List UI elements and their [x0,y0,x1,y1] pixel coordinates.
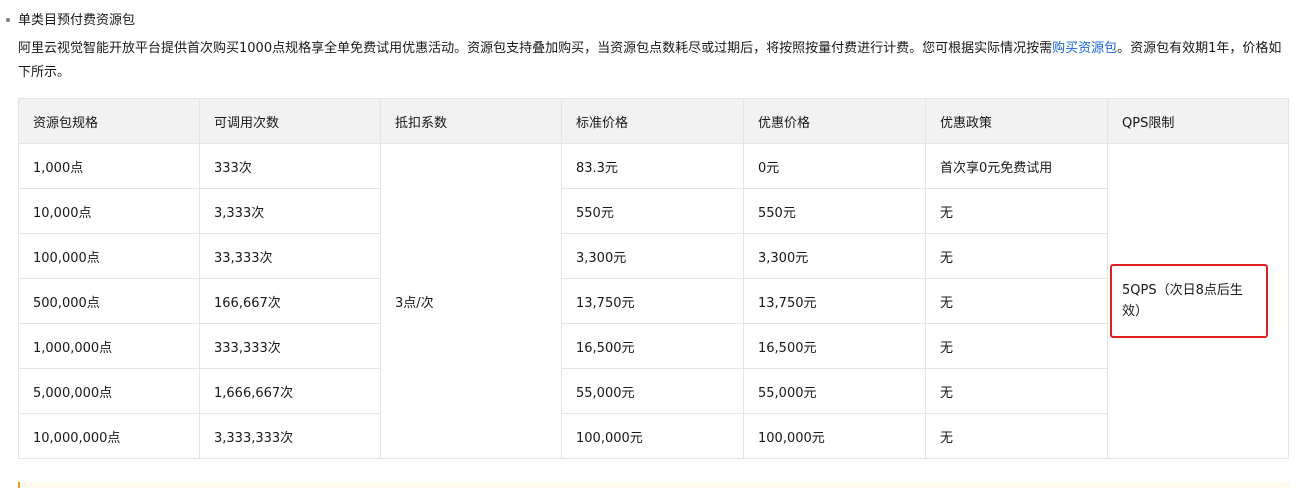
cell-promo-price: 0元 [743,143,926,189]
table-row: 10,000点 3,333次 550元 550元 无 [18,188,1289,234]
description-text-1: 阿里云视觉智能开放平台提供首次购买1000点规格享全单免费试用优惠活动。资源包支… [18,41,1053,56]
cell-spec: 1,000点 [18,143,200,189]
cell-promo-price: 13,750元 [743,278,926,324]
cell-spec: 10,000点 [18,188,200,234]
cell-calls: 333,333次 [199,323,381,369]
cell-standard-price: 16,500元 [561,323,744,369]
header-calls: 可调用次数 [199,98,381,144]
cell-promo-price: 100,000元 [743,413,926,459]
cell-spec: 10,000,000点 [18,413,200,459]
buy-resource-pack-link[interactable]: 购买资源包 [1052,41,1117,56]
cell-promo-price: 3,300元 [743,233,926,279]
header-deduction: 抵扣系数 [380,98,562,144]
table-row: 1,000,000点 333,333次 16,500元 16,500元 无 [18,323,1289,369]
cell-promo-price: 55,000元 [743,368,926,414]
cell-standard-price: 100,000元 [561,413,744,459]
cell-standard-price: 13,750元 [561,278,744,324]
section-heading: 单类目预付费资源包 [6,11,135,31]
description-paragraph: 阿里云视觉智能开放平台提供首次购买1000点规格享全单免费试用优惠活动。资源包支… [18,37,1293,85]
cell-promo-price: 16,500元 [743,323,926,369]
header-promo-price: 优惠价格 [743,98,926,144]
table-header-row: 资源包规格 可调用次数 抵扣系数 标准价格 优惠价格 优惠政策 QPS限制 [18,98,1289,144]
cell-calls: 333次 [199,143,381,189]
cell-calls: 1,666,667次 [199,368,381,414]
section-heading-text: 单类目预付费资源包 [18,13,136,28]
cell-policy: 无 [925,413,1108,459]
cell-spec: 5,000,000点 [18,368,200,414]
qps-highlight-box: 5QPS（次日8点后生效） [1110,264,1268,338]
cell-policy: 无 [925,278,1108,324]
cell-spec: 100,000点 [18,233,200,279]
cell-calls: 33,333次 [199,233,381,279]
header-standard-price: 标准价格 [561,98,744,144]
cell-policy: 无 [925,233,1108,279]
bullet-icon [6,17,10,22]
cell-calls: 3,333次 [199,188,381,234]
header-policy: 优惠政策 [925,98,1108,144]
table-row: 10,000,000点 3,333,333次 100,000元 100,000元… [18,413,1289,459]
header-spec: 资源包规格 [18,98,200,144]
table-row: 500,000点 166,667次 13,750元 13,750元 无 [18,278,1289,324]
cell-standard-price: 83.3元 [561,143,744,189]
cell-deduction: 3点/次 [380,143,562,459]
cell-standard-price: 3,300元 [561,233,744,279]
cell-policy: 无 [925,323,1108,369]
cell-calls: 3,333,333次 [199,413,381,459]
cell-policy: 无 [925,368,1108,414]
note-callout-edge [18,482,1290,488]
cell-policy: 首次享0元免费试用 [925,143,1108,189]
cell-promo-price: 550元 [743,188,926,234]
header-qps: QPS限制 [1107,98,1289,144]
doc-page: 单类目预付费资源包 阿里云视觉智能开放平台提供首次购买1000点规格享全单免费试… [0,0,1301,488]
cell-spec: 500,000点 [18,278,200,324]
table-row: 1,000点 333次 3点/次 83.3元 0元 首次享0元免费试用 5QPS… [18,143,1289,459]
table-row: 100,000点 33,333次 3,300元 3,300元 无 [18,233,1289,279]
cell-calls: 166,667次 [199,278,381,324]
table-row: 5,000,000点 1,666,667次 55,000元 55,000元 无 [18,368,1289,414]
price-table: 资源包规格 可调用次数 抵扣系数 标准价格 优惠价格 优惠政策 QPS限制 1,… [18,98,1289,459]
cell-qps: 5QPS（次日8点后生效） [1107,143,1289,459]
cell-policy: 无 [925,188,1108,234]
cell-standard-price: 55,000元 [561,368,744,414]
cell-spec: 1,000,000点 [18,323,200,369]
cell-standard-price: 550元 [561,188,744,234]
